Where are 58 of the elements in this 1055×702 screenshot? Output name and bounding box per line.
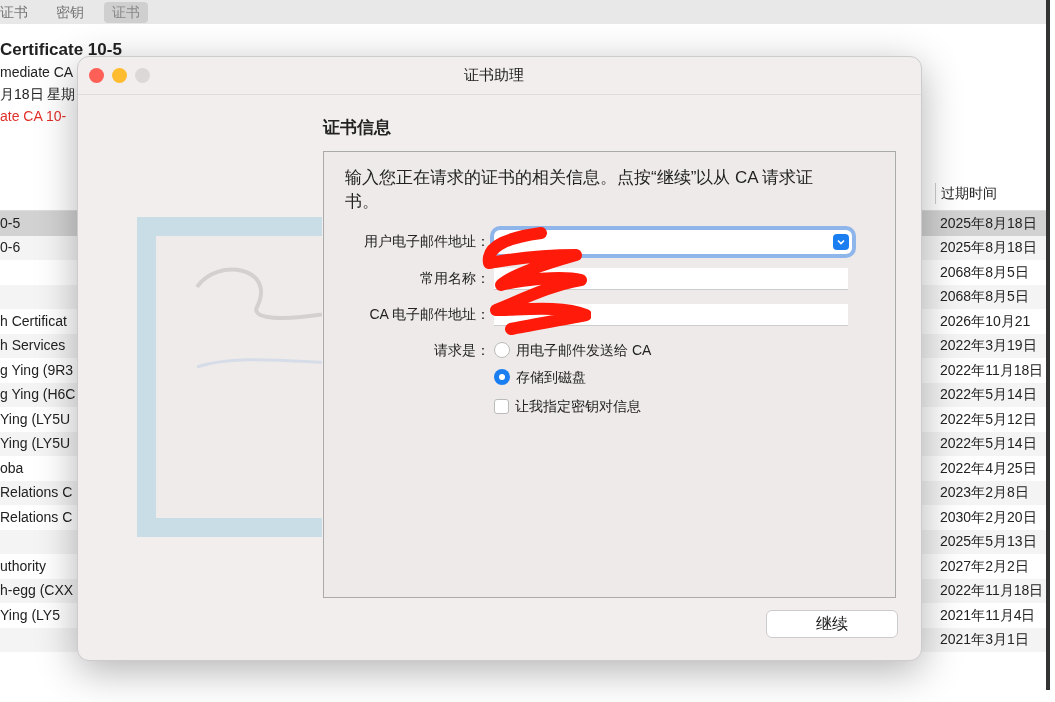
table-cell-text: h Services [0,336,66,356]
table-cell-text: 2021年3月1日 [940,630,1029,650]
certificate-date: 月18日 星期 [0,85,76,104]
description-text: 输入您正在请求的证书的相关信息。点按“继续”以从 CA 请求证书。 [345,166,815,213]
table-cell-text: oba [0,458,24,478]
field-label: 常用名称： [419,269,490,288]
table-cell-text: 2025年8月18日 [940,213,1037,233]
minimize-button[interactable] [112,68,127,83]
table-cell-text: Relations C [0,507,73,527]
window-title: 证书助理 [464,65,524,86]
field-label: CA 电子邮件地址： [368,305,490,324]
toolbar-tab[interactable]: 证书 [0,1,36,23]
certificate-issuer: mediate CA [0,63,74,82]
checkbox-label: 让我指定密钥对信息 [515,396,641,416]
certificate-title: Certificate 10-5 [0,39,122,61]
certificate-warning: ate CA 10- [0,107,67,126]
radio-label: 用电子邮件发送给 CA [516,340,652,360]
table-cell-text: 2026年10月21 [940,311,1031,331]
table-cell-text: 2023年2月8日 [940,483,1029,503]
table-cell-text: 2025年5月13日 [940,532,1037,552]
table-cell-text: 2025年8月18日 [940,238,1037,258]
continue-button[interactable]: 继续 [766,609,898,638]
close-button[interactable] [89,68,104,83]
table-cell-text: 2022年3月19日 [940,336,1037,356]
field-label: 请求是： [433,340,490,360]
radio-option[interactable]: 用电子邮件发送给 CA [494,339,652,361]
table-cell-text: 2022年11月18日 [940,360,1044,380]
radio-button[interactable] [494,342,510,358]
table-cell-text: uthority [0,556,46,576]
table-cell-text: 2021年11月4日 [940,605,1036,625]
table-cell-text: Relations C [0,483,73,503]
column-header[interactable]: 过期时间 [935,182,997,204]
table-cell-text: 2022年4月25日 [940,458,1037,478]
table-cell-text: g Ying (9R3 [0,360,74,380]
table-cell-text: 2030年2月20日 [940,507,1037,527]
table-cell-text: 2022年5月14日 [940,434,1037,454]
table-cell-text: 0-5 [0,213,21,233]
table-cell-text: 0-6 [0,238,21,258]
table-cell-text: h Certificat [0,311,67,331]
table-cell-text: Ying (LY5U [0,409,71,429]
table-cell-text: 2068年8月5日 [940,287,1029,307]
table-cell-text: Ying (LY5 [0,605,60,625]
table-cell-text: 2022年5月12日 [940,409,1037,429]
table-cell-text: 2027年2月2日 [940,556,1029,576]
table-cell-text: 2022年5月14日 [940,385,1037,405]
radio-button[interactable] [494,369,510,385]
section-title: 证书信息 [323,117,392,139]
field-label: 用户电子邮件地址： [363,232,490,251]
radio-option[interactable]: 存储到磁盘 [494,366,652,388]
radio-label: 存储到磁盘 [516,367,586,387]
table-cell-text: g Ying (H6C [0,385,76,405]
toolbar-tab[interactable]: 密钥 [48,1,92,23]
table-cell-text: 2068年8月5日 [940,262,1029,282]
chevron-down-icon [833,233,849,250]
table-cell-text: Ying (LY5U [0,434,71,454]
table-cell-text: 2022年11月18日 [940,581,1044,601]
table-cell-text: h-egg (CXX [0,581,74,601]
checkbox[interactable] [494,398,509,414]
